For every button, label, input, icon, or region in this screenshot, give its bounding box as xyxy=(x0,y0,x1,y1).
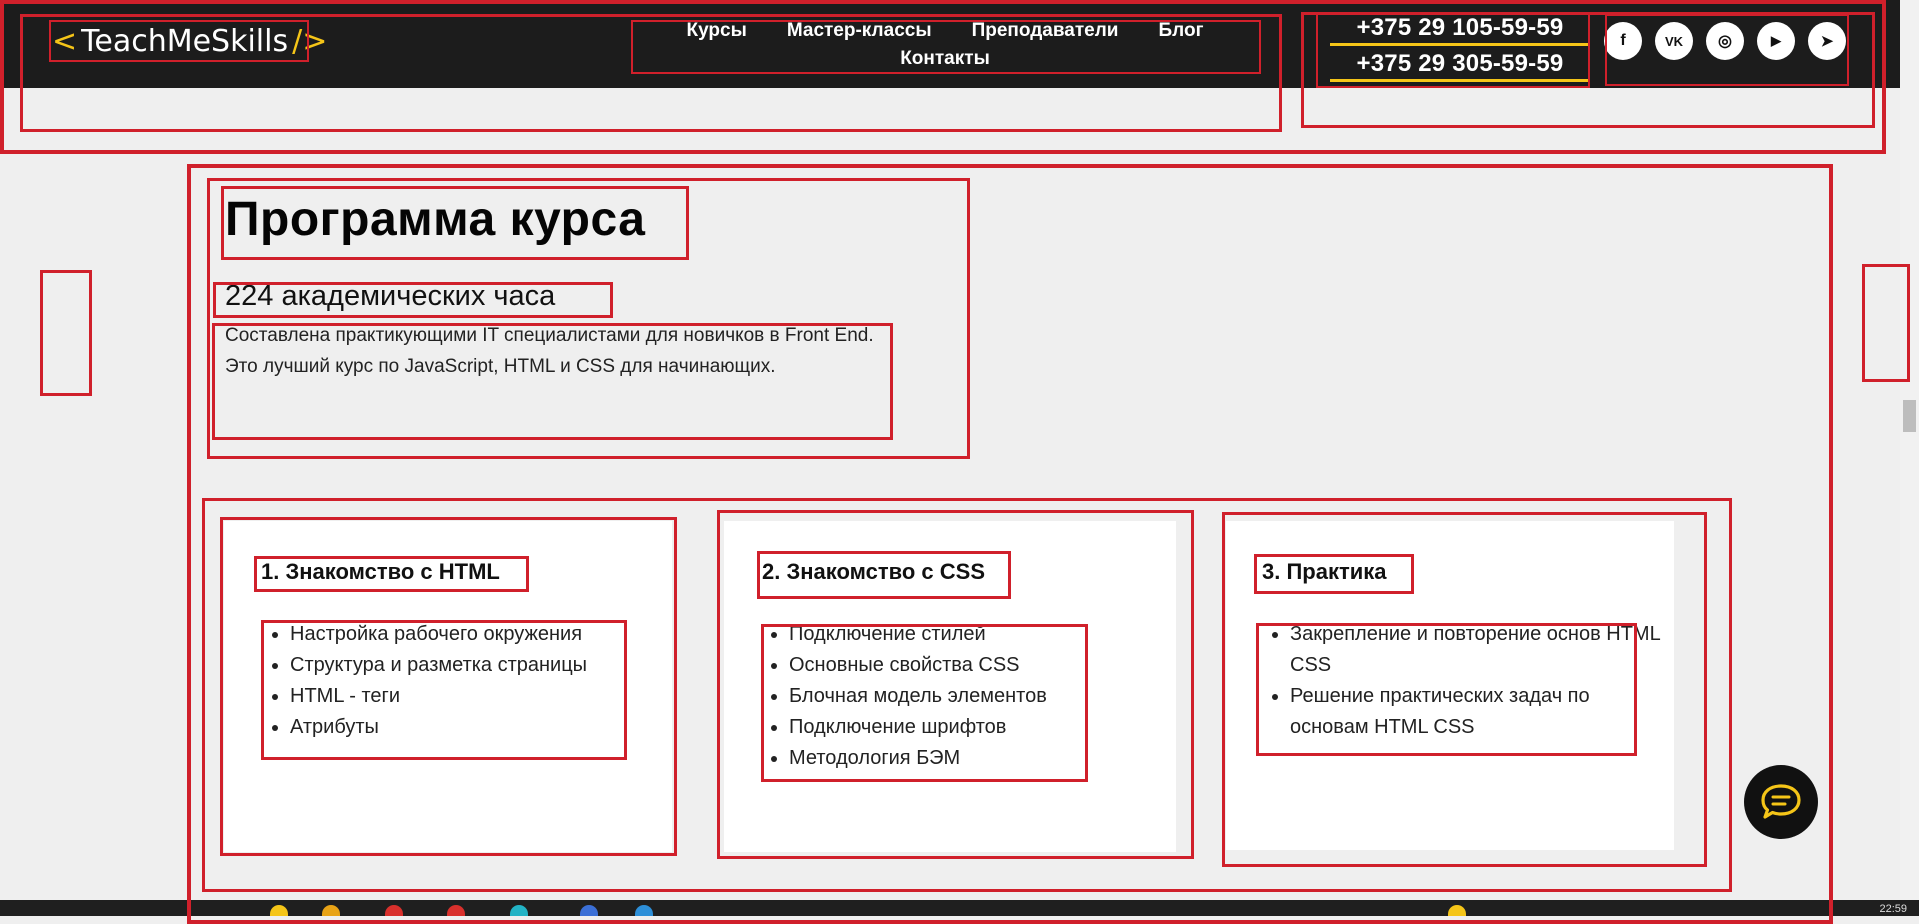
vk-icon[interactable]: VK xyxy=(1655,22,1693,60)
nav-item-courses[interactable]: Курсы xyxy=(687,20,747,42)
list-item: Атрибуты xyxy=(290,712,587,743)
nav-item-teachers[interactable]: Преподаватели xyxy=(972,20,1119,42)
module-title-css: 2. Знакомство с CSS xyxy=(762,559,985,584)
list-item: Блочная модель элементов xyxy=(789,681,1047,712)
logo-text: TeachMeSkills xyxy=(81,23,289,59)
phone-numbers: +375 29 105-59-59 +375 29 305-59-59 xyxy=(1330,14,1590,86)
chat-bubble-icon xyxy=(1761,784,1801,819)
program-description: Составлена практикующими IT специалистам… xyxy=(225,325,874,377)
telegram-icon[interactable]: ➤ xyxy=(1808,22,1846,60)
site-header: < TeachMeSkills /> Курсы Мастер-классы П… xyxy=(0,0,1900,88)
module-card-html: 1. Знакомство с HTML Настройка рабочего … xyxy=(224,521,672,852)
vk-glyph: VK xyxy=(1664,33,1684,49)
list-item: Методология БЭМ xyxy=(789,743,1047,774)
taskbar-app-icon[interactable] xyxy=(322,905,340,916)
nav-item-contacts[interactable]: Контакты xyxy=(900,48,990,70)
taskbar-app-icon[interactable] xyxy=(580,905,598,916)
social-links: f VK ◎ ▶ ➤ xyxy=(1604,22,1846,60)
module-list-html: Настройка рабочего окружения Структура и… xyxy=(268,619,587,743)
chat-button[interactable] xyxy=(1744,765,1818,839)
list-item: Подключение шрифтов xyxy=(789,712,1047,743)
module-card-css: 2. Знакомство с CSS Подключение стилей О… xyxy=(724,521,1176,852)
program-hours: 224 академических часа xyxy=(225,280,556,312)
taskbar-app-icon[interactable] xyxy=(1448,905,1466,916)
list-item: HTML - теги xyxy=(290,681,587,712)
phone-link-2[interactable]: +375 29 305-59-59 xyxy=(1330,50,1590,82)
debug-outline xyxy=(40,270,92,396)
logo[interactable]: < TeachMeSkills /> xyxy=(52,22,327,60)
taskbar-app-icon[interactable] xyxy=(635,905,653,916)
nav-row-2: Контакты xyxy=(630,48,1260,70)
telegram-glyph: ➤ xyxy=(1820,33,1834,50)
taskbar-app-icon[interactable] xyxy=(510,905,528,916)
facebook-icon[interactable]: f xyxy=(1604,22,1642,60)
youtube-icon[interactable]: ▶ xyxy=(1757,22,1795,60)
list-item: Подключение стилей xyxy=(789,619,1047,650)
phone-link-1[interactable]: +375 29 105-59-59 xyxy=(1330,14,1590,46)
nav-item-master-classes[interactable]: Мастер-классы xyxy=(787,20,932,42)
list-item: Структура и разметка страницы xyxy=(290,650,587,681)
list-item: Решение практических задач по основам HT… xyxy=(1290,681,1660,743)
list-item: Настройка рабочего окружения xyxy=(290,619,587,650)
module-card-practice: 3. Практика Закрепление и повторение осн… xyxy=(1226,521,1674,850)
module-list-practice: Закрепление и повторение основ HTML CSS … xyxy=(1268,619,1660,743)
module-list-css: Подключение стилей Основные свойства CSS… xyxy=(767,619,1047,774)
scrollbar-thumb[interactable] xyxy=(1903,400,1916,432)
instagram-glyph: ◎ xyxy=(1718,33,1732,50)
nav-row-1: Курсы Мастер-классы Преподаватели Блог xyxy=(630,20,1260,42)
list-item: Закрепление и повторение основ HTML CSS xyxy=(1290,619,1660,681)
module-title-practice: 3. Практика xyxy=(1262,559,1387,584)
main-nav: Курсы Мастер-классы Преподаватели Блог К… xyxy=(630,20,1260,70)
taskbar-clock: 22:59 xyxy=(1879,903,1907,915)
youtube-glyph: ▶ xyxy=(1771,33,1781,48)
taskbar-app-icon[interactable] xyxy=(447,905,465,916)
logo-left-bracket: < xyxy=(52,23,78,59)
taskbar-app-icon[interactable] xyxy=(385,905,403,916)
page-scrollbar[interactable] xyxy=(1900,0,1919,900)
instagram-icon[interactable]: ◎ xyxy=(1706,22,1744,60)
facebook-glyph: f xyxy=(1620,32,1626,49)
list-item: Основные свойства CSS xyxy=(789,650,1047,681)
taskbar-app-icon[interactable] xyxy=(270,905,288,916)
program-title: Программа курса xyxy=(225,193,646,246)
module-title-html: 1. Знакомство с HTML xyxy=(261,559,500,584)
logo-right-bracket: /> xyxy=(292,23,328,59)
nav-item-blog[interactable]: Блог xyxy=(1158,20,1203,42)
